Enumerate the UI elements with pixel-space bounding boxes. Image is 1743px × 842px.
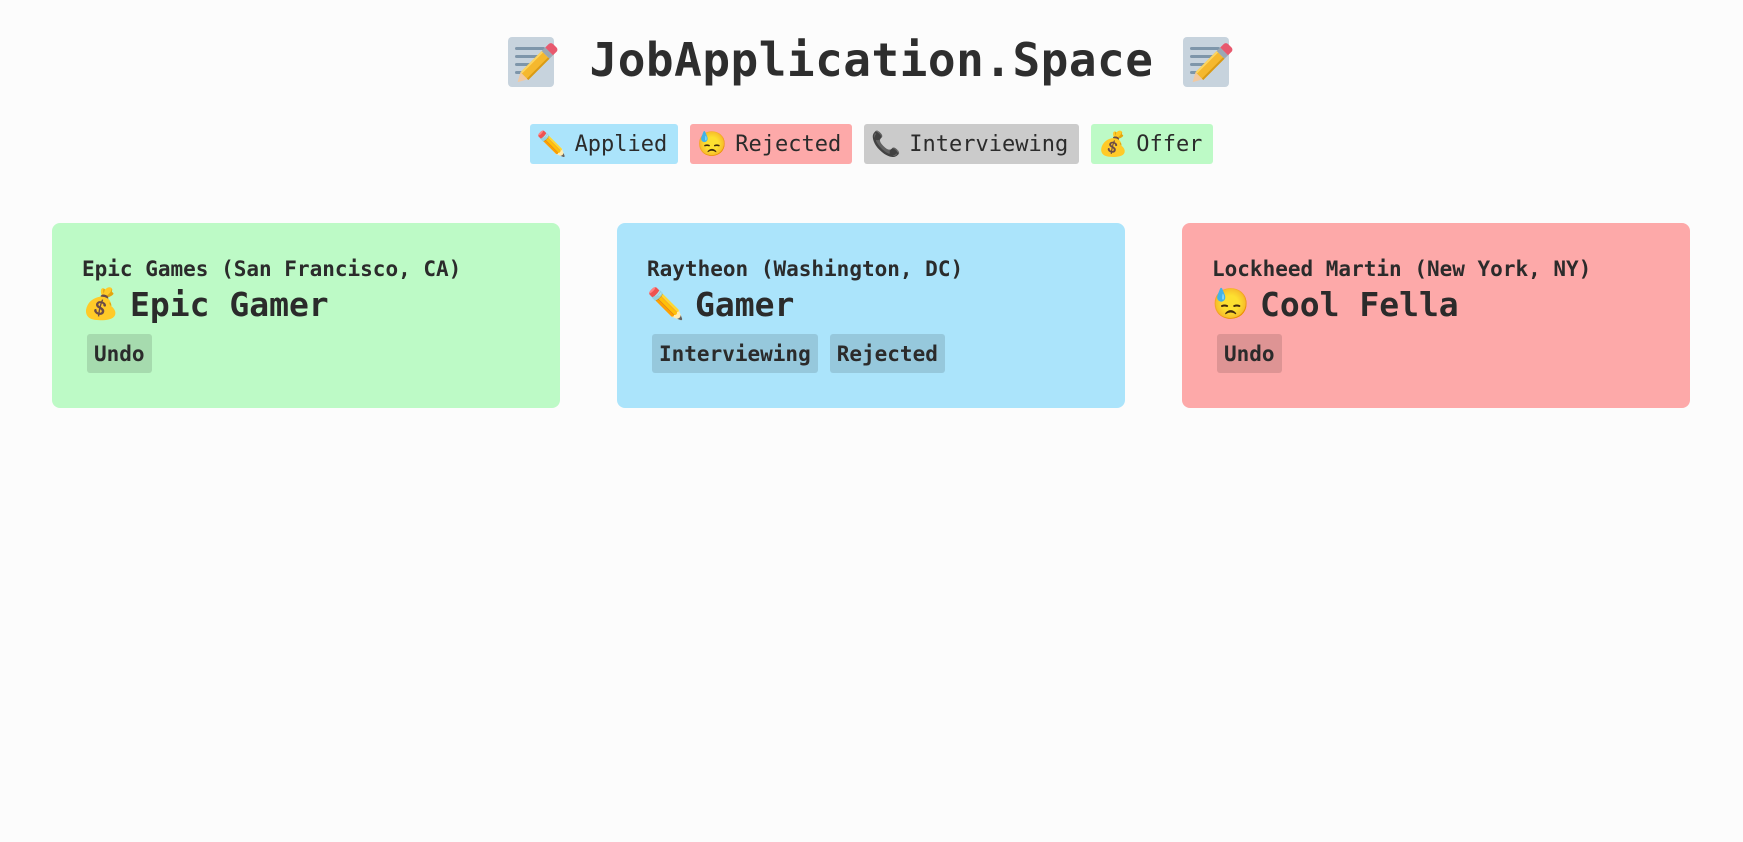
legend-chip-offer: 💰 Offer [1091, 124, 1214, 164]
pencil-icon: ✏️ [536, 130, 567, 158]
legend-chip-applied: ✏️ Applied [529, 124, 679, 164]
company-line: Raytheon (Washington, DC) [647, 257, 1095, 281]
undo-button[interactable]: Undo [1217, 334, 1282, 373]
application-card: Raytheon (Washington, DC) ✏️ Gamer Inter… [617, 223, 1125, 408]
application-card: Epic Games (San Francisco, CA) 💰 Epic Ga… [52, 223, 560, 408]
role-row: 😓 Cool Fella [1212, 285, 1660, 324]
header: JobApplication.Space [0, 28, 1743, 92]
phone-icon: 📞 [871, 130, 902, 158]
legend-label: Interviewing [909, 131, 1069, 157]
undo-button[interactable]: Undo [87, 334, 152, 373]
card-actions: Interviewing Rejected [647, 334, 1095, 373]
legend-label: Rejected [735, 131, 842, 157]
memo-icon [1183, 33, 1235, 87]
sweat-face-icon: 😓 [697, 130, 728, 158]
sweat-face-icon: 😓 [1212, 286, 1250, 322]
company-line: Lockheed Martin (New York, NY) [1212, 257, 1660, 281]
legend-label: Applied [574, 131, 668, 157]
legend-label: Offer [1136, 131, 1203, 157]
company-name: Raytheon [647, 257, 749, 281]
role-row: ✏️ Gamer [647, 285, 1095, 324]
company-location: (New York, NY) [1414, 257, 1592, 281]
page-title: JobApplication.Space [589, 33, 1154, 87]
memo-icon [507, 33, 560, 87]
money-bag-icon: 💰 [82, 286, 120, 322]
mark-rejected-button[interactable]: Rejected [829, 334, 945, 373]
legend-chip-interviewing: 📞 Interviewing [864, 124, 1080, 164]
role-title: Epic Gamer [130, 285, 329, 324]
company-name: Epic Games [82, 257, 209, 281]
role-title: Cool Fella [1260, 285, 1459, 324]
pencil-icon: ✏️ [647, 286, 685, 322]
status-legend: ✏️ Applied 😓 Rejected 📞 Interviewing 💰 O… [0, 124, 1743, 164]
mark-interviewing-button[interactable]: Interviewing [652, 334, 818, 373]
card-actions: Undo [82, 334, 530, 373]
company-location: (Washington, DC) [760, 257, 964, 281]
card-actions: Undo [1212, 334, 1660, 373]
role-title: Gamer [695, 285, 795, 324]
app-root: JobApplication.Space ✏️ Applied 😓 Reject… [0, 0, 1743, 842]
company-line: Epic Games (San Francisco, CA) [82, 257, 530, 281]
application-card: Lockheed Martin (New York, NY) 😓 Cool Fe… [1182, 223, 1690, 408]
legend-chip-rejected: 😓 Rejected [690, 124, 853, 164]
company-location: (San Francisco, CA) [221, 257, 462, 281]
money-bag-icon: 💰 [1098, 130, 1129, 158]
application-cards: Epic Games (San Francisco, CA) 💰 Epic Ga… [52, 223, 1690, 408]
role-row: 💰 Epic Gamer [82, 285, 530, 324]
company-name: Lockheed Martin [1212, 257, 1402, 281]
